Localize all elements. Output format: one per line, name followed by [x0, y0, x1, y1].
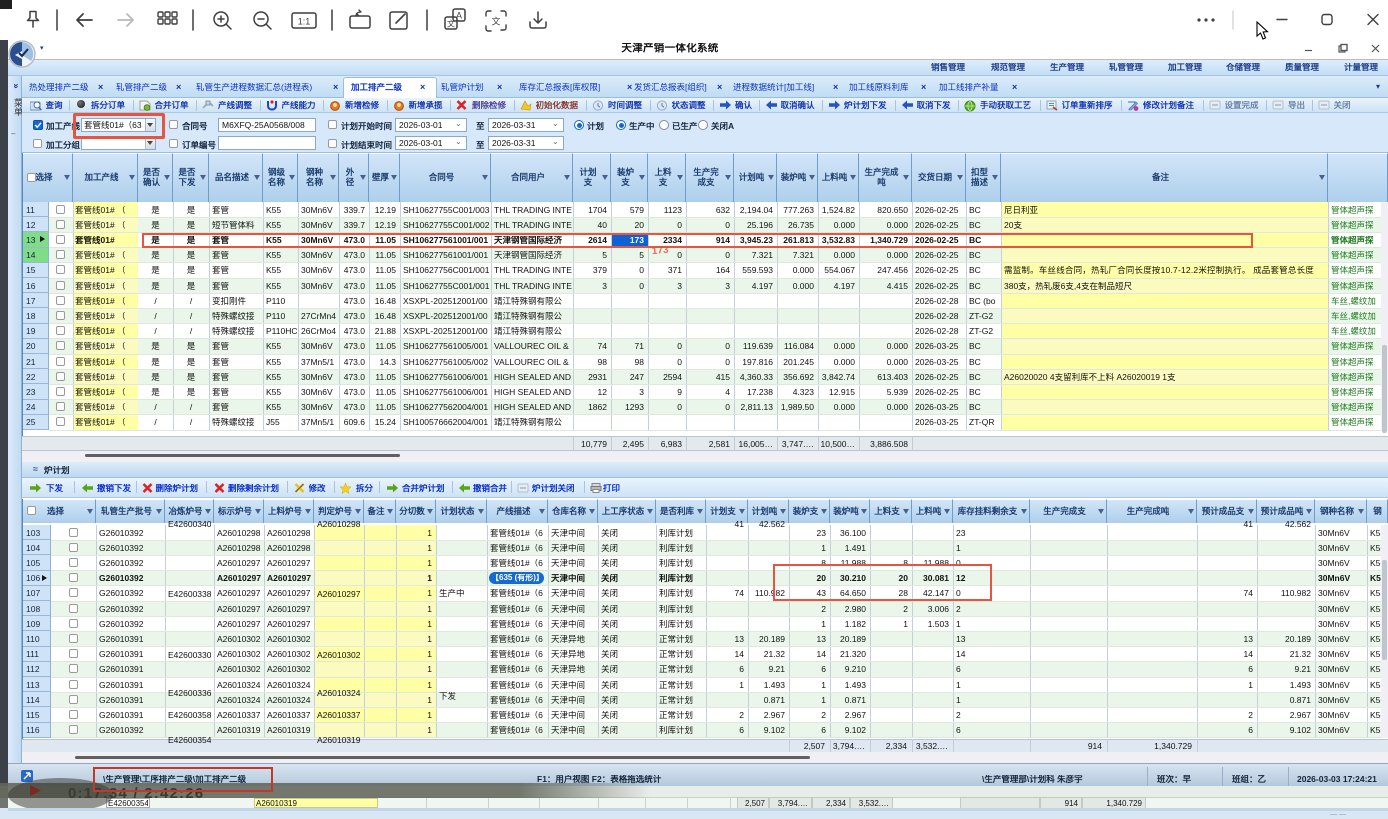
svg-text:文: 文: [447, 19, 455, 29]
svg-text:1:1: 1:1: [298, 17, 311, 27]
svg-text:文: 文: [491, 16, 500, 27]
